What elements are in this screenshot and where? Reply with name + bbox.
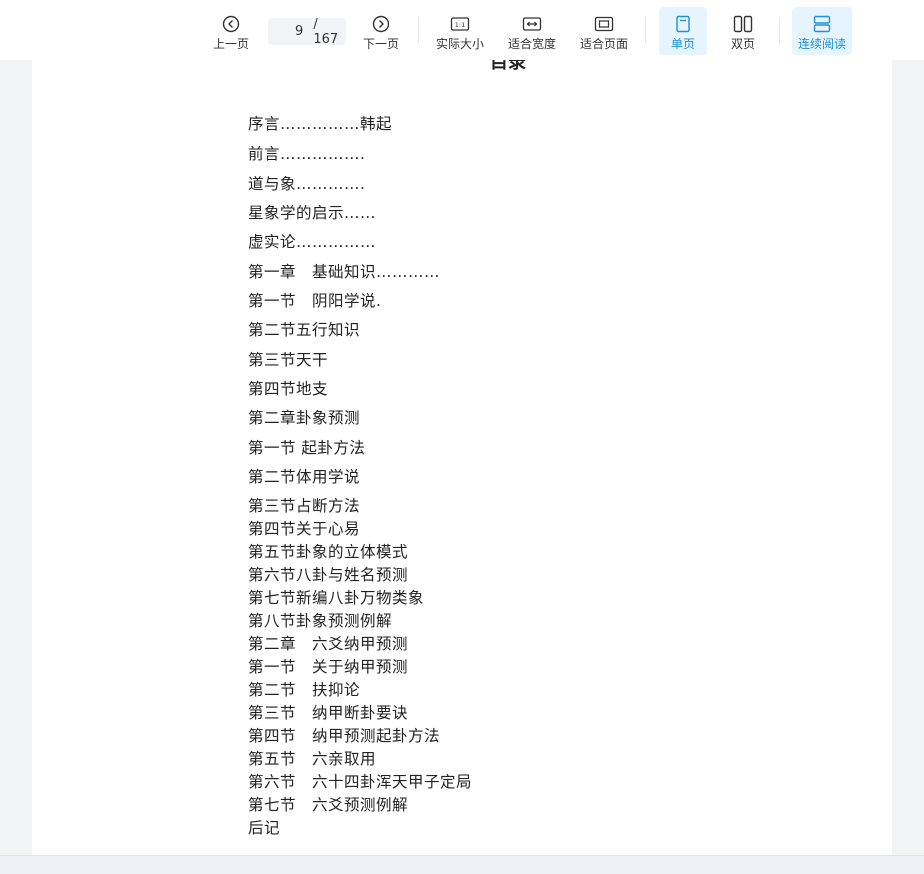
toc-entry: 道与象…………. (248, 175, 366, 193)
double-page-icon (733, 14, 753, 34)
page-number-box: 9 / 167 (268, 16, 346, 47)
fit-width-label: 适合宽度 (507, 37, 556, 51)
single-page-button[interactable]: 单页 (659, 7, 707, 55)
toc-entry: 第五节卦象的立体模式 (248, 543, 409, 561)
toc-entry: 第五节 六亲取用 (248, 750, 377, 768)
next-page-label: 下一页 (362, 37, 399, 51)
double-page-button[interactable]: 双页 (720, 7, 766, 55)
toc-entry: 第三节天干 (248, 351, 329, 369)
prev-page-label: 上一页 (212, 37, 249, 51)
toc-entry: 第七节新编八卦万物类象 (248, 589, 425, 607)
toc-heading: 目录 (490, 60, 526, 73)
toc-entry: 序言……………韩起 (248, 115, 393, 133)
toc-entry: 第一节 起卦方法 (248, 439, 366, 457)
svg-text:1:1: 1:1 (455, 21, 465, 29)
toc-entry: 第一节 阴阳学说. (248, 292, 382, 310)
toc-entry: 星象学的启示…… (248, 204, 377, 222)
toc-entry: 第四节地支 (248, 380, 329, 398)
toolbar-divider (779, 17, 780, 43)
document-page: 目录 序言……………韩起 前言……………. 道与象…………. 星象学的启示…… 虚实论…… (32, 60, 892, 855)
toc-entry: 第一章 基础知识………… (248, 263, 441, 281)
chevron-left-icon (221, 14, 241, 34)
fit-width-button[interactable]: 适合宽度 (503, 7, 561, 55)
double-page-label: 双页 (730, 37, 755, 51)
page-total: / 167 (313, 16, 339, 47)
toc-entry: 第二章卦象预测 (248, 409, 361, 427)
toc-entry: 第八节卦象预测例解 (248, 612, 393, 630)
toolbar-divider (418, 17, 419, 43)
toc-entry: 第三节 纳甲断卦要诀 (248, 704, 409, 722)
prev-page-button[interactable]: 上一页 (208, 7, 254, 55)
toc-entry: 第六节 六十四卦浑天甲子定局 (248, 773, 473, 791)
toc-entry: 第三节占断方法 (248, 497, 361, 515)
toc-entry: 后记 (248, 819, 281, 837)
toc-entry: 第二章 六爻纳甲预测 (248, 635, 409, 653)
fit-width-icon (522, 14, 542, 34)
actual-size-icon: 1:1 (450, 14, 470, 34)
toc-entry: 第二节体用学说 (248, 468, 361, 486)
continuous-reading-label: 连续阅读 (797, 37, 846, 51)
next-page-button[interactable]: 下一页 (358, 7, 404, 55)
fit-page-icon (594, 14, 614, 34)
toc-entry: 第四节关于心易 (248, 520, 361, 538)
continuous-icon (812, 14, 832, 34)
bottom-scroll-area (0, 855, 924, 874)
actual-size-button[interactable]: 1:1 实际大小 (432, 7, 488, 55)
page-number-input[interactable]: 9 (268, 24, 309, 39)
toc-entry: 第四节 纳甲预测起卦方法 (248, 727, 441, 745)
continuous-reading-button[interactable]: 连续阅读 (792, 7, 852, 55)
toc-entry: 第一节 关于纳甲预测 (248, 658, 409, 676)
single-page-icon (673, 14, 693, 34)
toc-entry: 第六节八卦与姓名预测 (248, 566, 409, 584)
toc-entry: 前言……………. (248, 145, 366, 163)
toc-entry: 第七节 六爻预测例解 (248, 796, 409, 814)
reader-toolbar: 上一页 9 / 167 下一页 1:1 实际大小 适合宽度 适合页面 单页 双页… (0, 0, 924, 60)
toc-entry: 第二节五行知识 (248, 321, 361, 339)
chevron-right-icon (371, 14, 391, 34)
actual-size-label: 实际大小 (435, 37, 484, 51)
toc-entry: 虚实论…………… (248, 233, 377, 251)
toc-entry: 第二节 扶抑论 (248, 681, 361, 699)
toolbar-divider (645, 17, 646, 43)
fit-page-button[interactable]: 适合页面 (576, 7, 632, 55)
single-page-label: 单页 (670, 37, 695, 51)
fit-page-label: 适合页面 (579, 37, 628, 51)
